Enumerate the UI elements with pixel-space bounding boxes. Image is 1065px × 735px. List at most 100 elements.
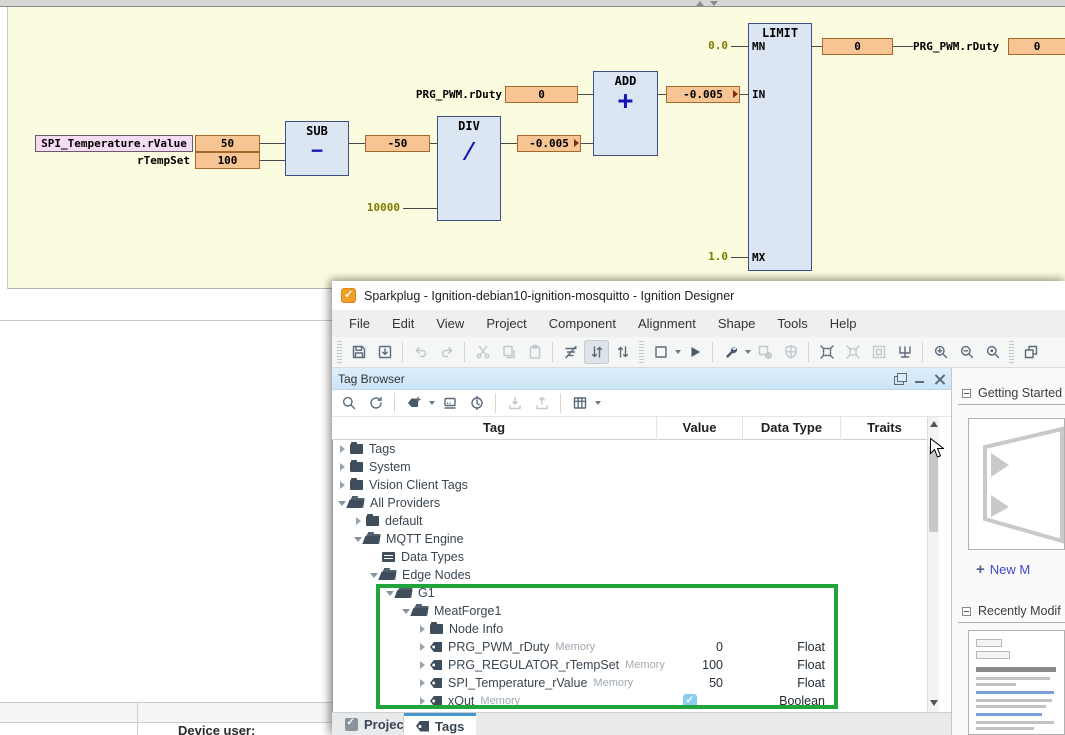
zoom-out-icon[interactable]	[954, 340, 979, 364]
splitter-collapse-down-icon[interactable]	[710, 1, 718, 6]
toolbar-grip[interactable]	[337, 341, 342, 363]
chevron-down-icon[interactable]	[595, 401, 601, 405]
tag-browser-header[interactable]: Tag Browser	[332, 368, 952, 390]
tree-item-xout[interactable]: xOut Memory Boolean	[333, 692, 927, 710]
fbd-value-rduty-in[interactable]: 0	[505, 86, 578, 103]
tree-item-meatforge1[interactable]: MeatForge1	[333, 602, 927, 620]
fbd-value-add-out[interactable]: -0.005	[666, 86, 740, 103]
expander-icon[interactable]	[337, 463, 347, 471]
menu-alignment[interactable]: Alignment	[627, 312, 707, 335]
minimize-panel-icon[interactable]	[914, 373, 926, 385]
export-tags-icon[interactable]	[529, 391, 554, 415]
shape-tool-icon[interactable]	[648, 340, 673, 364]
fbd-block-add[interactable]: ADD +	[593, 71, 658, 156]
tag-history-icon[interactable]	[464, 391, 489, 415]
sort-descending-icon[interactable]	[610, 340, 635, 364]
close-panel-icon[interactable]	[934, 373, 946, 385]
layout-anchor-icon[interactable]	[892, 340, 917, 364]
float-panel-icon[interactable]	[894, 373, 906, 385]
menu-component[interactable]: Component	[538, 312, 627, 335]
component-properties-icon[interactable]	[752, 340, 777, 364]
save-all-icon[interactable]	[372, 340, 397, 364]
fbd-operand-rtempset[interactable]: rTempSet	[100, 153, 190, 168]
copy-icon[interactable]	[496, 340, 521, 364]
tree-item-edge-nodes[interactable]: Edge Nodes	[333, 566, 927, 584]
tree-item-tags[interactable]: Tags	[333, 440, 927, 458]
menu-shape[interactable]: Shape	[707, 312, 767, 335]
tree-item-node-info[interactable]: Node Info	[333, 620, 927, 638]
expander-icon[interactable]	[337, 501, 347, 506]
column-datatype[interactable]: Data Type	[743, 420, 840, 435]
column-settings-icon[interactable]	[567, 391, 592, 415]
tree-item-all-providers[interactable]: All Providers	[333, 494, 927, 512]
sort-ascending-icon[interactable]	[584, 340, 609, 364]
zoom-in-icon[interactable]	[928, 340, 953, 364]
tools-wrench-icon[interactable]	[718, 340, 743, 364]
expander-icon[interactable]	[417, 697, 427, 705]
expander-icon[interactable]	[369, 573, 379, 578]
new-link[interactable]: + New M	[976, 561, 1030, 578]
expander-icon[interactable]	[353, 517, 363, 525]
fbd-value-sub-out[interactable]: -50	[365, 135, 430, 152]
scroll-up-icon[interactable]	[930, 421, 938, 427]
undo-icon[interactable]	[408, 340, 433, 364]
fit-icon[interactable]	[866, 340, 891, 364]
expander-icon[interactable]	[417, 679, 427, 687]
fbd-const-mx[interactable]: 1.0	[688, 250, 728, 264]
fbd-operand-spi-temperature[interactable]: SPI_Temperature.rValue	[35, 135, 193, 152]
shrink-icon[interactable]	[840, 340, 865, 364]
fbd-value-limit-out[interactable]: 0	[822, 38, 893, 55]
splitter-collapse-up-icon[interactable]	[696, 1, 704, 6]
column-value[interactable]: Value	[657, 420, 742, 435]
recently-modified-thumbnail[interactable]	[968, 630, 1065, 735]
tree-item-prg-pwm-rduty[interactable]: PRG_PWM_rDuty Memory 0 Float	[333, 638, 927, 656]
getting-started-thumbnail[interactable]	[968, 418, 1065, 550]
fbd-splitter-bar[interactable]	[0, 0, 1065, 7]
tree-item-g1[interactable]: G1	[333, 584, 927, 602]
new-tag-icon[interactable]	[401, 391, 426, 415]
tree-item-default[interactable]: default	[333, 512, 927, 530]
tab-tags[interactable]: Tags	[404, 713, 476, 735]
menu-edit[interactable]: Edit	[381, 312, 425, 335]
fbd-block-div[interactable]: DIV /	[437, 116, 501, 221]
preview-play-icon[interactable]	[682, 340, 707, 364]
fbd-const-10000[interactable]: 10000	[350, 201, 400, 215]
collapse-icon[interactable]	[962, 389, 971, 398]
zoom-actual-icon[interactable]	[980, 340, 1005, 364]
menu-tools[interactable]: Tools	[766, 312, 818, 335]
tree-item-data-types[interactable]: Data Types	[333, 548, 927, 566]
paste-icon[interactable]	[522, 340, 547, 364]
fbd-block-limit[interactable]: LIMIT MN IN MX	[748, 23, 812, 271]
expander-icon[interactable]	[401, 609, 411, 614]
fbd-value-div-out[interactable]: -0.005	[517, 135, 581, 152]
expander-icon[interactable]	[385, 591, 395, 596]
cut-icon[interactable]	[470, 340, 495, 364]
fbd-const-mn[interactable]: 0.0	[688, 39, 728, 53]
clear-filter-icon[interactable]	[558, 340, 583, 364]
save-icon[interactable]	[346, 340, 371, 364]
column-tag[interactable]: Tag	[332, 420, 656, 435]
tree-item-prg-regulator-rtempset[interactable]: PRG_REGULATOR_rTempSet Memory 100 Float	[333, 656, 927, 674]
menu-project[interactable]: Project	[475, 312, 537, 335]
menu-help[interactable]: Help	[819, 312, 868, 335]
search-icon[interactable]	[336, 391, 361, 415]
menu-view[interactable]: View	[425, 312, 475, 335]
expander-icon[interactable]	[337, 445, 347, 453]
menu-file[interactable]: File	[338, 312, 381, 335]
expander-icon[interactable]	[337, 481, 347, 489]
fbd-operand-rduty-in[interactable]: PRG_PWM.rDuty	[405, 87, 502, 102]
expander-icon[interactable]	[353, 537, 363, 542]
fbd-block-sub[interactable]: SUB −	[285, 121, 349, 176]
recently-modified-section-header[interactable]: Recently Modif	[962, 604, 1061, 618]
toolbar-grip[interactable]	[1009, 341, 1014, 363]
cascade-windows-icon[interactable]	[1018, 340, 1043, 364]
fbd-operand-rduty-out[interactable]: PRG_PWM.rDuty	[913, 39, 1005, 54]
refresh-icon[interactable]	[363, 391, 388, 415]
udt-definitions-icon[interactable]	[437, 391, 462, 415]
expand-icon[interactable]	[814, 340, 839, 364]
collapse-icon[interactable]	[962, 607, 971, 616]
import-tags-icon[interactable]	[502, 391, 527, 415]
boolean-checkbox[interactable]	[683, 694, 697, 708]
fbd-value-rduty-out[interactable]: 0	[1008, 38, 1065, 55]
column-traits[interactable]: Traits	[841, 420, 928, 435]
